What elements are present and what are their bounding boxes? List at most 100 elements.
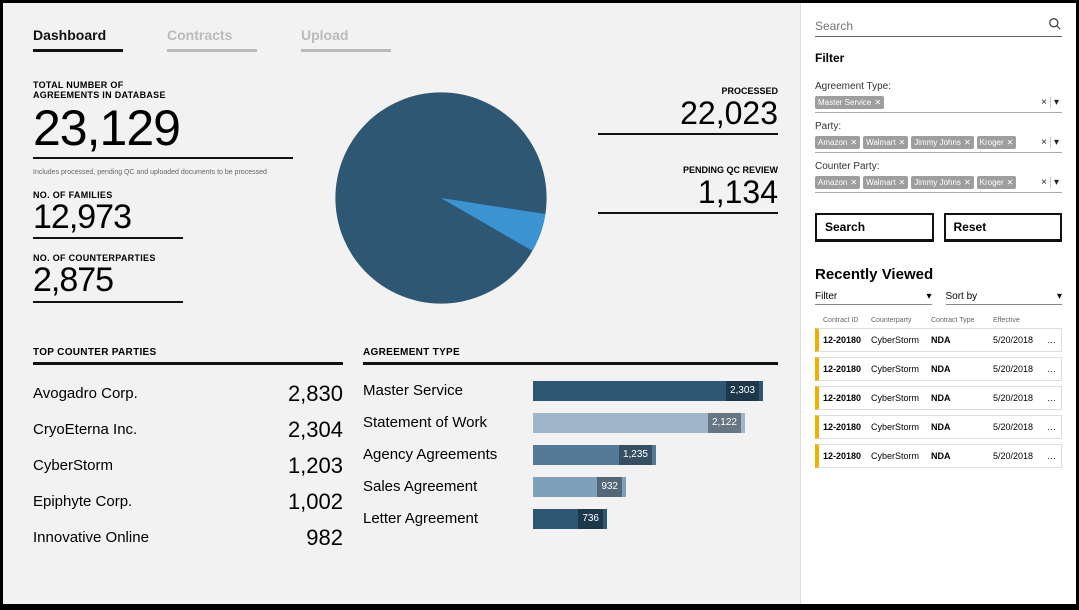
chip-label: Jimmy Johns <box>914 138 961 147</box>
chevron-down-icon[interactable]: ▾ <box>1050 137 1062 148</box>
bar: 736 <box>533 509 607 529</box>
chevron-down-icon[interactable]: ▾ <box>1050 177 1062 188</box>
rv-counterparty: CyberStorm <box>871 335 927 345</box>
filter-chip[interactable]: Master Service✕ <box>815 96 884 109</box>
top-counterparties-title: TOP COUNTER PARTIES <box>33 347 343 358</box>
close-icon[interactable]: ✕ <box>850 138 857 147</box>
rv-counterparty: CyberStorm <box>871 364 927 374</box>
more-icon[interactable]: … <box>1041 364 1057 374</box>
search-input[interactable] <box>815 19 1048 33</box>
total-agreements-label: TOTAL NUMBER OF AGREEMENTS IN DATABASE <box>33 80 283 100</box>
rv-effective: 5/20/2018 <box>993 335 1037 345</box>
chip-label: Amazon <box>818 178 847 187</box>
rv-contract-id: 12-20180 <box>823 451 867 461</box>
filter-chip[interactable]: Amazon✕ <box>815 176 860 189</box>
agreement-type-row: Letter Agreement736 <box>363 509 778 529</box>
chip-label: Jimmy Johns <box>914 178 961 187</box>
processed-value: 22,023 <box>598 96 778 131</box>
rv-contract-type: NDA <box>931 335 989 345</box>
cp-name: Avogadro Corp. <box>33 385 138 402</box>
party-filter[interactable]: Amazon✕Walmart✕Jimmy Johns✕Kroger✕ × ▾ <box>815 136 1062 153</box>
bar: 1,235 <box>533 445 656 465</box>
bar-value: 2,303 <box>726 381 759 401</box>
clear-icon[interactable]: × <box>1038 177 1050 188</box>
rv-contract-id: 12-20180 <box>823 364 867 374</box>
filter-chip[interactable]: Jimmy Johns✕ <box>911 136 973 149</box>
bar: 2,303 <box>533 381 763 401</box>
cp-name: Epiphyte Corp. <box>33 493 132 510</box>
search-button[interactable]: Search <box>815 213 934 242</box>
filter-chip[interactable]: Jimmy Johns✕ <box>911 176 973 189</box>
counter-party-filter[interactable]: Amazon✕Walmart✕Jimmy Johns✕Kroger✕ × ▾ <box>815 176 1062 193</box>
more-icon[interactable]: … <box>1041 393 1057 403</box>
agreement-type-name: Master Service <box>363 382 523 399</box>
cp-name: CyberStorm <box>33 457 113 474</box>
tab-contracts[interactable]: Contracts <box>167 27 257 52</box>
close-icon[interactable]: ✕ <box>874 98 881 107</box>
total-agreements-note: Includes processed, pending QC and uploa… <box>33 169 283 176</box>
top-cp-row: Avogadro Corp. 2,830 <box>33 381 343 407</box>
cp-name: CryoEterna Inc. <box>33 421 137 438</box>
close-icon[interactable]: ✕ <box>1007 138 1014 147</box>
cp-value: 1,203 <box>263 453 343 479</box>
close-icon[interactable]: ✕ <box>964 138 971 147</box>
filter-chip[interactable]: Kroger✕ <box>977 136 1017 149</box>
chip-label: Walmart <box>866 138 895 147</box>
rv-sort-select[interactable]: Sort by▾ <box>946 289 1063 305</box>
bar-value: 932 <box>597 477 622 497</box>
rv-contract-id: 12-20180 <box>823 422 867 432</box>
more-icon[interactable]: … <box>1041 335 1057 345</box>
close-icon[interactable]: ✕ <box>899 138 906 147</box>
more-icon[interactable]: … <box>1041 451 1057 461</box>
close-icon[interactable]: ✕ <box>899 178 906 187</box>
chip-label: Master Service <box>818 98 871 107</box>
party-filter-label: Party: <box>815 121 1062 132</box>
top-cp-row: CyberStorm 1,203 <box>33 453 343 479</box>
tab-dashboard[interactable]: Dashboard <box>33 27 123 52</box>
bar-value: 1,235 <box>619 445 652 465</box>
agreement-type-title: AGREEMENT TYPE <box>363 347 778 358</box>
filter-chip[interactable]: Walmart ✕ <box>863 136 908 149</box>
rv-effective: 5/20/2018 <box>993 393 1037 403</box>
clear-icon[interactable]: × <box>1038 97 1050 108</box>
rv-row[interactable]: 12-20180CyberStormNDA5/20/2018… <box>815 444 1062 468</box>
more-icon[interactable]: … <box>1041 422 1057 432</box>
total-agreements-value: 23,129 <box>33 102 283 155</box>
tab-bar: Dashboard Contracts Upload <box>33 27 778 52</box>
agreement-type-name: Statement of Work <box>363 414 523 431</box>
close-icon[interactable]: ✕ <box>964 178 971 187</box>
agreement-type-name: Agency Agreements <box>363 446 523 463</box>
rv-row[interactable]: 12-20180 CyberStorm NDA 5/20/2018 … <box>815 328 1062 352</box>
reset-button[interactable]: Reset <box>944 213 1063 242</box>
rv-contract-type: NDA <box>931 451 989 461</box>
close-icon[interactable]: ✕ <box>1007 178 1014 187</box>
counter-party-filter-label: Counter Party: <box>815 161 1062 172</box>
filter-chip[interactable]: Amazon✕ <box>815 136 860 149</box>
rv-row[interactable]: 12-20180CyberStormNDA5/20/2018… <box>815 386 1062 410</box>
top-cp-row: Innovative Online982 <box>33 525 343 551</box>
rv-contract-id: 12-20180 <box>823 335 867 345</box>
chip-label: Kroger <box>980 138 1004 147</box>
cp-value: 2,830 <box>263 381 343 407</box>
clear-icon[interactable]: × <box>1038 137 1050 148</box>
chip-label: Kroger <box>980 178 1004 187</box>
tab-upload[interactable]: Upload <box>301 27 391 52</box>
rv-effective: 5/20/2018 <box>993 451 1037 461</box>
rv-row[interactable]: 12-20180CyberStormNDA5/20/2018… <box>815 357 1062 381</box>
agreement-type-filter[interactable]: Master Service✕ × ▾ <box>815 96 1062 113</box>
families-value: 12,973 <box>33 200 283 236</box>
rv-contract-type: NDA <box>931 393 989 403</box>
chevron-down-icon: ▾ <box>1057 291 1062 302</box>
rv-row[interactable]: 12-20180CyberStormNDA5/20/2018… <box>815 415 1062 439</box>
filter-chip[interactable]: Walmart✕ <box>863 176 908 189</box>
close-icon[interactable]: ✕ <box>850 178 857 187</box>
chevron-down-icon[interactable]: ▾ <box>1050 97 1062 108</box>
chevron-down-icon: ▾ <box>926 291 931 302</box>
filter-chip[interactable]: Kroger✕ <box>977 176 1017 189</box>
rv-table-header: Contract ID Counterparty Contract Type E… <box>815 315 1062 328</box>
search-icon[interactable] <box>1048 17 1062 34</box>
bar: 932 <box>533 477 626 497</box>
agreement-type-row: Master Service 2,303 <box>363 381 778 401</box>
cp-value: 1,002 <box>263 489 343 515</box>
rv-filter-select[interactable]: Filter▾ <box>815 289 932 305</box>
